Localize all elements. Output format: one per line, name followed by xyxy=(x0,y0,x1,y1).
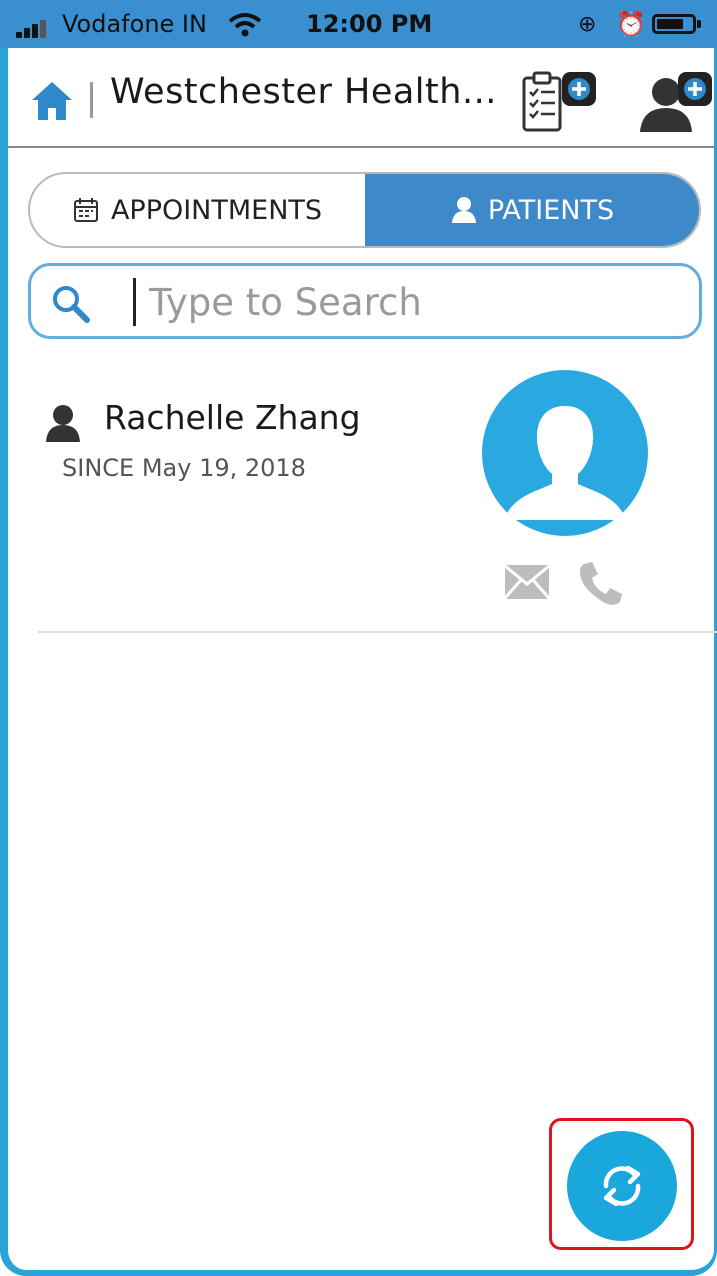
status-time: 12:00 PM xyxy=(306,10,433,38)
refresh-icon xyxy=(603,1165,641,1207)
tab-patients[interactable]: PATIENTS xyxy=(365,174,699,246)
rotation-lock-icon: ⊕ xyxy=(578,12,597,37)
patient-name: Rachelle Zhang xyxy=(104,398,361,437)
battery-icon xyxy=(652,14,701,34)
search-input[interactable] xyxy=(149,276,679,328)
segmented-tabs: APPOINTMENTS PATIENTS xyxy=(28,172,701,248)
wifi-icon xyxy=(228,13,262,37)
add-appointment-icon[interactable] xyxy=(520,70,598,136)
phone-icon[interactable] xyxy=(576,560,624,606)
app-header: Westchester Health... xyxy=(8,48,714,144)
text-cursor xyxy=(133,278,136,326)
patient-list-item[interactable]: Rachelle Zhang SINCE May 19, 2018 xyxy=(8,350,717,632)
patient-since: SINCE May 19, 2018 xyxy=(62,454,306,482)
status-bar: Vodafone IN 12:00 PM ⊕ ⏰ xyxy=(0,0,717,48)
carrier-label: Vodafone IN xyxy=(62,10,207,38)
tab-appointments-label: APPOINTMENTS xyxy=(110,194,323,226)
search-icon xyxy=(53,286,90,323)
search-box[interactable] xyxy=(28,263,702,339)
avatar-silhouette-icon xyxy=(504,406,626,520)
page-title: Westchester Health... xyxy=(110,72,497,112)
sync-button[interactable] xyxy=(567,1131,677,1241)
list-divider xyxy=(38,631,717,633)
header-divider xyxy=(90,82,93,118)
person-icon xyxy=(46,405,80,442)
add-patient-icon[interactable] xyxy=(638,70,714,134)
mail-icon[interactable] xyxy=(504,564,550,600)
avatar xyxy=(482,370,648,536)
tab-patients-label: PATIENTS xyxy=(487,194,615,226)
tab-appointments[interactable]: APPOINTMENTS xyxy=(30,174,365,246)
calendar-icon xyxy=(73,198,98,222)
alarm-icon: ⏰ xyxy=(616,10,646,38)
header-divider-line xyxy=(8,146,714,148)
home-icon[interactable] xyxy=(30,80,74,122)
person-icon xyxy=(451,197,476,223)
signal-icon xyxy=(16,18,54,38)
